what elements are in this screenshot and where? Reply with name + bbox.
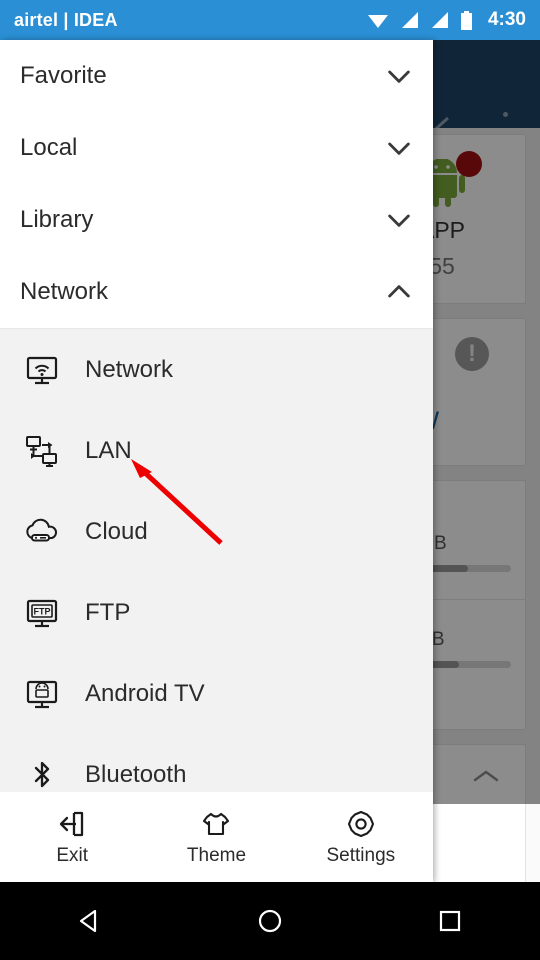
drawer-item-lan[interactable]: LAN (0, 410, 433, 491)
tshirt-icon (203, 812, 230, 835)
chevron-down-icon[interactable] (383, 204, 415, 236)
drawer-group-network[interactable]: Network (0, 256, 433, 328)
group-label: Favorite (20, 62, 107, 89)
drawer-item-cloud[interactable]: Cloud (0, 491, 433, 572)
theme-button[interactable]: Theme (144, 808, 288, 867)
chevron-down-icon[interactable] (383, 132, 415, 164)
drawer-item-network[interactable]: Network (0, 329, 433, 410)
lan-icon (20, 429, 64, 473)
drawer-item-ftp[interactable]: FTP FTP (0, 572, 433, 653)
exit-label: Exit (56, 844, 88, 866)
ftp-monitor-icon: FTP (20, 591, 64, 635)
chevron-up-icon[interactable] (383, 276, 415, 308)
settings-label: Settings (326, 844, 396, 866)
network-group-items: Network LAN Cloud FTP FTP Android TV Blu… (0, 328, 433, 792)
battery-icon (460, 10, 472, 30)
drawer-item-bluetooth[interactable]: Bluetooth (0, 734, 433, 792)
square-recents-icon (439, 910, 461, 932)
chevron-down-icon[interactable] (383, 60, 415, 92)
cloud-drive-icon (20, 510, 64, 554)
group-label: Local (20, 134, 78, 161)
theme-label: Theme (186, 844, 247, 866)
drawer-item-label: Cloud (85, 517, 148, 545)
exit-icon (60, 811, 84, 836)
android-nav-bar (0, 882, 540, 960)
carrier-label: airtel | IDEA (14, 9, 118, 30)
gear-icon (347, 810, 374, 837)
clock-label: 4:30 (487, 9, 526, 30)
nav-back-button[interactable] (55, 882, 125, 960)
signal-icon (401, 12, 418, 28)
drawer-bottom-bar: Exit Theme Settings (0, 792, 433, 882)
signal-icon (431, 12, 448, 28)
circle-home-icon (258, 909, 282, 933)
wifi-icon (367, 15, 388, 28)
status-icons: 4:30 (367, 9, 526, 31)
drawer-item-label: Bluetooth (85, 760, 187, 788)
bluetooth-icon (20, 753, 64, 793)
svg-text:FTP: FTP (34, 606, 51, 616)
triangle-back-icon (79, 909, 97, 933)
drawer-item-android-tv[interactable]: Android TV (0, 653, 433, 734)
drawer-item-label: Network (85, 355, 174, 383)
status-bar: airtel | IDEA 4:30 (0, 0, 540, 40)
drawer-item-label: LAN (85, 436, 132, 464)
drawer-group-library[interactable]: Library (0, 184, 433, 256)
drawer-group-favorite[interactable]: Favorite (0, 40, 433, 112)
drawer-item-label: Android TV (85, 679, 205, 707)
exit-button[interactable]: Exit (0, 808, 144, 867)
group-label: Library (20, 206, 94, 233)
phone-screen: APP 55 ! NOW B/4.98 GB /14.91 GB (0, 0, 540, 960)
drawer-group-local[interactable]: Local (0, 112, 433, 184)
monitor-wifi-icon (20, 348, 64, 392)
nav-home-button[interactable] (235, 882, 305, 960)
android-tv-icon (20, 672, 64, 716)
nav-recents-button[interactable] (415, 882, 485, 960)
group-label: Network (20, 278, 109, 305)
navigation-drawer: Favorite Local Library Network Network L… (0, 40, 433, 882)
settings-button[interactable]: Settings (289, 808, 433, 867)
drawer-item-label: FTP (85, 598, 131, 626)
drawer-scroll-area[interactable]: Favorite Local Library Network Network L… (0, 40, 433, 792)
